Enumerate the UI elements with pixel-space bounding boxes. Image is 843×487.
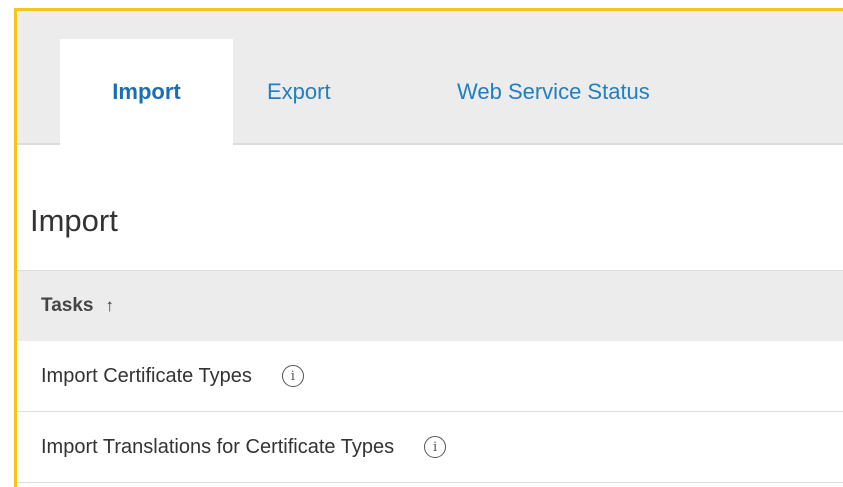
tab-bar: Import Export Web Service Status <box>17 11 843 145</box>
tab-export[interactable]: Export <box>267 39 387 145</box>
tab-import-label: Import <box>112 79 181 104</box>
page-title: Import <box>30 203 118 238</box>
sort-ascending-icon[interactable]: ↑ <box>105 296 114 316</box>
task-link[interactable]: Import Certificate Types <box>41 365 252 388</box>
tab-export-label: Export <box>267 79 331 104</box>
app-frame: Import Export Web Service Status Import … <box>0 0 843 487</box>
tab-import[interactable]: Import <box>60 39 233 145</box>
tasks-column-header[interactable]: Tasks <box>41 295 93 317</box>
tab-web-service-status-label: Web Service Status <box>457 79 650 104</box>
tab-web-service-status[interactable]: Web Service Status <box>457 39 757 145</box>
table-row: Import Translations for Certificate Type… <box>17 412 843 483</box>
info-icon[interactable]: i <box>424 436 447 458</box>
table-row: Import Certificate Types i <box>17 341 843 412</box>
table-header: Tasks ↑ <box>17 270 843 342</box>
info-icon[interactable]: i <box>281 365 304 387</box>
task-link[interactable]: Import Translations for Certificate Type… <box>41 436 394 459</box>
